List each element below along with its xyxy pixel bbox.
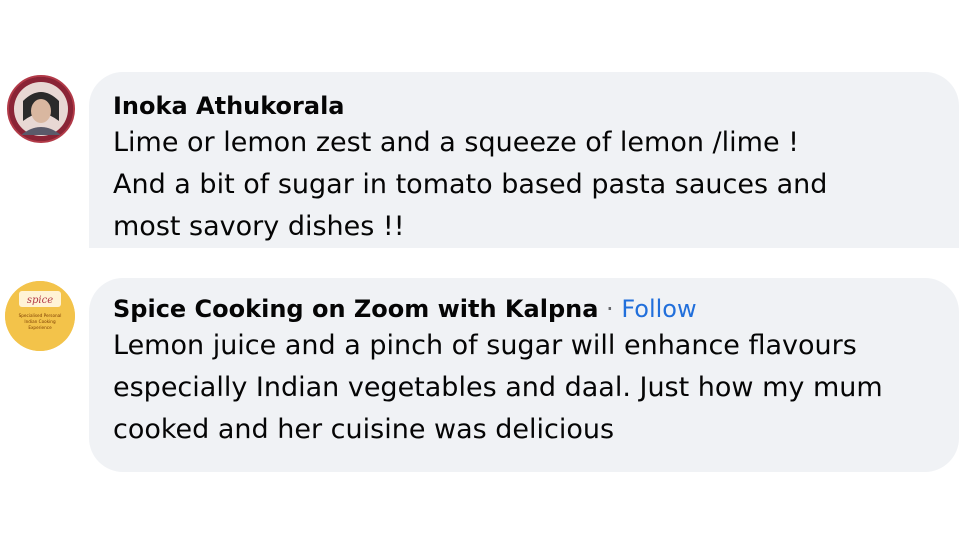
separator-dot: · bbox=[598, 295, 622, 323]
spice-logo-avatar-icon: spice Specialised Personal Indian Cookin… bbox=[5, 281, 75, 351]
avatar[interactable] bbox=[7, 75, 75, 143]
comment-line: cooked and her cuisine was delicious bbox=[113, 414, 615, 445]
comment-line: especially Indian vegetables and daal. J… bbox=[113, 372, 883, 403]
comments-panel: Inoka Athukorala Lime or lemon zest and … bbox=[0, 0, 976, 549]
logo-wordmark: spice bbox=[27, 295, 53, 306]
comment-line: And a bit of sugar in tomato based pasta… bbox=[113, 169, 828, 200]
follow-link[interactable]: Follow bbox=[621, 295, 696, 323]
comment-author[interactable]: Spice Cooking on Zoom with Kalpna bbox=[113, 295, 598, 323]
logo-tagline: Indian Cooking bbox=[24, 319, 56, 324]
comment-bubble: Inoka Athukorala Lime or lemon zest and … bbox=[89, 72, 959, 248]
logo-tagline: Specialised Personal bbox=[19, 313, 62, 318]
comment-line: Lemon juice and a pinch of sugar will en… bbox=[113, 330, 857, 361]
comment-text: Lemon juice and a pinch of sugar will en… bbox=[113, 325, 959, 451]
avatar[interactable]: spice Specialised Personal Indian Cookin… bbox=[5, 281, 75, 351]
logo-tagline: Experience bbox=[28, 325, 52, 330]
comment-author[interactable]: Inoka Athukorala bbox=[113, 90, 959, 122]
comment-line: most savory dishes !! bbox=[113, 211, 405, 242]
profile-photo-avatar-icon bbox=[9, 77, 73, 141]
comment-text: Lime or lemon zest and a squeeze of lemo… bbox=[113, 122, 959, 248]
comment-author-row: Spice Cooking on Zoom with Kalpna · Foll… bbox=[113, 293, 959, 325]
comment-line: Lime or lemon zest and a squeeze of lemo… bbox=[113, 127, 799, 158]
comment-bubble: Spice Cooking on Zoom with Kalpna · Foll… bbox=[89, 278, 959, 472]
